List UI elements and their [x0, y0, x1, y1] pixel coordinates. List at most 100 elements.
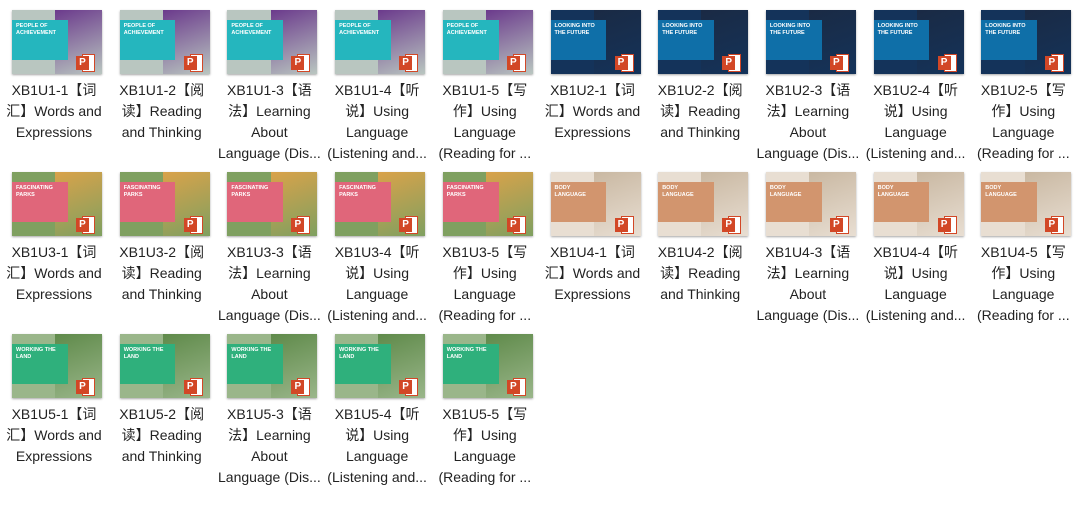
- file-item[interactable]: PEOPLE OF ACHIEVEMENT P XB1U1-4【听 说】Using La…: [323, 0, 429, 161]
- file-item[interactable]: LOOKING INTO THE FUTURE P XB1U2-3【语 法】Learn…: [754, 0, 860, 161]
- file-name-line: 说】Using: [345, 427, 409, 443]
- thumbnail-title-panel: BODY LANGUAGE: [765, 182, 822, 222]
- powerpoint-letter: P: [614, 56, 628, 70]
- powerpoint-icon: P: [399, 52, 419, 74]
- file-name-line: 读】Reading: [660, 265, 741, 281]
- file-name: XB1U5-1【词 汇】Words and Expressions: [0, 404, 108, 467]
- file-name-line: Language: [884, 124, 947, 140]
- file-name-line: Expressions: [15, 448, 93, 464]
- file-item[interactable]: WORKING THE LAND P XB1U5-3【语 法】Learning Abou…: [215, 324, 321, 485]
- file-name-line: XB1U2-3【语: [765, 82, 851, 98]
- file-name-line: 汇】Words and: [544, 265, 641, 281]
- file-name-line: (Reading for ...: [976, 307, 1070, 323]
- file-name-line: 法】Learning: [228, 427, 311, 443]
- file-name-line: 作】Using: [452, 103, 517, 119]
- powerpoint-icon: P: [937, 214, 958, 236]
- file-item[interactable]: LOOKING INTO THE FUTURE P XB1U2-4【听 说】Using…: [862, 0, 968, 161]
- thumbnail-title-panel: LOOKING INTO THE FUTURE: [550, 20, 607, 60]
- powerpoint-letter: P: [937, 218, 951, 232]
- file-item[interactable]: PEOPLE OF ACHIEVEMENT P XB1U1-1【词 汇】Words a…: [0, 0, 106, 160]
- thumbnail-title-panel: FASCINATING PARKS: [335, 182, 391, 222]
- file-item[interactable]: LOOKING INTO THE FUTURE P XB1U2-2【阅 读】Readi…: [646, 0, 752, 160]
- file-name-line: XB1U1-3【语: [226, 82, 312, 98]
- file-name-line: 汇】Words and: [544, 103, 641, 119]
- file-item[interactable]: BODY LANGUAGE P XB1U4-2【阅 读】Reading and Thin…: [646, 162, 752, 322]
- file-name: XB1U4-2【阅 读】Reading and Thinking: [646, 242, 754, 305]
- powerpoint-letter: P: [1045, 218, 1059, 232]
- powerpoint-icon: P: [937, 52, 958, 74]
- thumbnail-title: PEOPLE OF ACHIEVEMENT: [446, 23, 487, 36]
- file-item[interactable]: PEOPLE OF ACHIEVEMENT P XB1U1-5【写 作】Using La…: [431, 0, 537, 161]
- file-name: XB1U4-4【听 说】Using Language (Listening and..…: [862, 242, 970, 326]
- file-item[interactable]: PEOPLE OF ACHIEVEMENT P XB1U1-2【阅 读】Reading…: [108, 0, 214, 160]
- powerpoint-letter: P: [76, 56, 89, 70]
- file-name: XB1U4-1【词 汇】Words and Expressions: [539, 242, 647, 305]
- powerpoint-icon: P: [722, 52, 742, 74]
- powerpoint-icon: P: [399, 376, 419, 398]
- thumbnail-title-panel: PEOPLE OF ACHIEVEMENT: [335, 20, 391, 60]
- thumbnail-title: FASCINATING PARKS: [123, 185, 161, 198]
- file-item[interactable]: WORKING THE LAND P XB1U5-2【阅 读】Reading and T…: [108, 324, 214, 484]
- file-name: XB1U1-5【写 作】Using Language (Reading for ...: [431, 80, 539, 164]
- thumbnail-title: BODY LANGUAGE: [985, 185, 1017, 198]
- file-name-line: Language (Dis...: [756, 145, 860, 161]
- file-item[interactable]: FASCINATING PARKS P XB1U3-2【阅 读】Reading and …: [108, 162, 214, 322]
- file-name-line: XB1U5-3【语: [226, 406, 312, 422]
- file-name-line: About: [789, 124, 827, 140]
- powerpoint-icon: P: [829, 52, 850, 74]
- thumbnail-title-panel: FASCINATING PARKS: [119, 182, 176, 222]
- powerpoint-letter: P: [76, 218, 89, 232]
- file-name-line: 说】Using: [345, 103, 409, 119]
- file-name: XB1U3-3【语 法】Learning About Language (Dis...: [215, 242, 323, 326]
- file-item[interactable]: FASCINATING PARKS P XB1U3-4【听 说】Using Langua…: [323, 162, 429, 323]
- file-name: XB1U3-4【听 说】Using Language (Listening and..…: [323, 242, 431, 326]
- thumbnail-title: FASCINATING PARKS: [339, 185, 376, 198]
- file-item[interactable]: FASCINATING PARKS P XB1U3-1【词 汇】Words and Ex…: [0, 162, 106, 322]
- file-item[interactable]: WORKING THE LAND P XB1U5-1【词 汇】Words and Exp…: [0, 324, 106, 484]
- file-item[interactable]: WORKING THE LAND P XB1U5-5【写 作】Using Languag…: [431, 324, 537, 485]
- file-item[interactable]: BODY LANGUAGE P XB1U4-5【写 作】Using Language (R…: [969, 162, 1075, 323]
- thumbnail-title: BODY LANGUAGE: [769, 185, 802, 198]
- file-name: XB1U4-3【语 法】Learning About Language (Dis...: [754, 242, 862, 326]
- powerpoint-letter: P: [937, 56, 951, 70]
- thumbnail-title-panel: FASCINATING PARKS: [12, 182, 68, 222]
- thumbnail-title-panel: LOOKING INTO THE FUTURE: [981, 20, 1038, 60]
- file-name-line: XB1U2-2【阅: [657, 82, 743, 98]
- thumbnail-title: PEOPLE OF ACHIEVEMENT: [231, 23, 272, 36]
- file-item[interactable]: LOOKING INTO THE FUTURE P XB1U2-5【写 作】Using…: [969, 0, 1075, 161]
- thumbnail-title-panel: BODY LANGUAGE: [658, 182, 714, 222]
- thumbnail-title: FASCINATING PARKS: [16, 185, 53, 198]
- thumbnail-title-panel: FASCINATING PARKS: [442, 182, 499, 222]
- thumbnail-title: LOOKING INTO THE FUTURE: [554, 23, 595, 36]
- file-name-line: (Listening and...: [327, 469, 427, 485]
- powerpoint-icon: P: [1045, 52, 1065, 74]
- file-name-line: XB1U3-3【语: [226, 244, 312, 260]
- file-name-line: 读】Reading: [121, 265, 202, 281]
- powerpoint-letter: P: [76, 380, 89, 394]
- file-item[interactable]: PEOPLE OF ACHIEVEMENT P XB1U1-3【语 法】Learnin…: [215, 0, 321, 161]
- file-item[interactable]: FASCINATING PARKS P XB1U3-3【语 法】Learning Abo…: [215, 162, 321, 323]
- file-name-line: 法】Learning: [766, 103, 850, 119]
- powerpoint-letter: P: [614, 218, 628, 232]
- file-name: XB1U3-1【词 汇】Words and Expressions: [0, 242, 108, 305]
- powerpoint-letter: P: [183, 56, 197, 70]
- powerpoint-icon: P: [399, 214, 419, 236]
- file-name-line: 说】Using: [883, 265, 948, 281]
- powerpoint-icon: P: [506, 376, 527, 398]
- file-name: XB1U5-2【阅 读】Reading and Thinking: [108, 404, 216, 467]
- file-name-line: XB1U5-5【写: [442, 406, 528, 422]
- file-name-line: 作】Using: [452, 265, 517, 281]
- thumbnail-title: BODY LANGUAGE: [662, 185, 694, 198]
- file-item[interactable]: FASCINATING PARKS P XB1U3-5【写 作】Using Langua…: [431, 162, 537, 323]
- file-item[interactable]: BODY LANGUAGE P XB1U4-4【听 说】Using Language (L…: [862, 162, 968, 323]
- file-name-line: XB1U5-1【词: [11, 406, 97, 422]
- file-item[interactable]: BODY LANGUAGE P XB1U4-3【语 法】Learning About La…: [754, 162, 860, 323]
- file-item[interactable]: BODY LANGUAGE P XB1U4-1【词 汇】Words and Expres…: [539, 162, 645, 322]
- powerpoint-icon: P: [76, 376, 96, 398]
- file-item[interactable]: WORKING THE LAND P XB1U5-4【听 说】Using Languag…: [323, 324, 429, 485]
- file-item[interactable]: LOOKING INTO THE FUTURE P XB1U2-1【词 汇】Words…: [539, 0, 645, 160]
- file-name-line: Language: [453, 124, 516, 140]
- thumbnail-title: PEOPLE OF ACHIEVEMENT: [16, 23, 57, 36]
- thumbnail-title-panel: LOOKING INTO THE FUTURE: [658, 20, 714, 60]
- thumbnail-title-panel: BODY LANGUAGE: [550, 182, 607, 222]
